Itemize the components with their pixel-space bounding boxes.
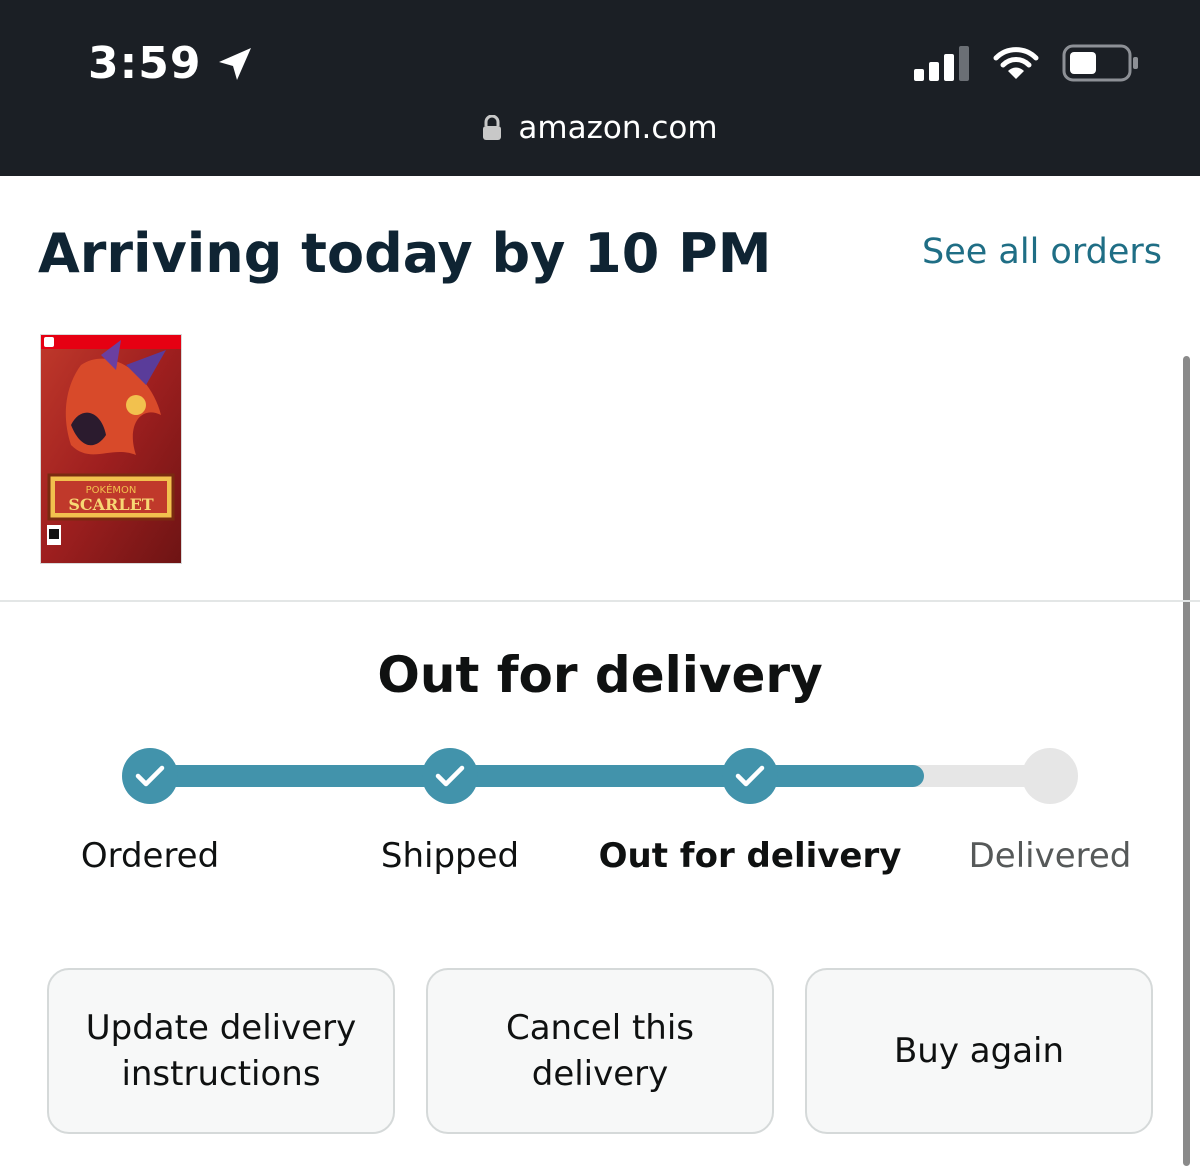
order-detail-page: Arriving today by 10 PM See all orders P… [0, 176, 1200, 1166]
progress-tracker [0, 736, 1200, 816]
step-shipped-checkmark-icon [422, 748, 478, 804]
step-ordered-checkmark-icon [122, 748, 178, 804]
status-icons [892, 44, 1140, 82]
step-label-delivered: Delivered [968, 836, 1132, 876]
url-text: amazon.com [518, 110, 718, 146]
progress-fill [150, 765, 924, 787]
game-cover-art: POKÉMON SCARLET [41, 335, 181, 563]
buy-again-button[interactable]: Buy again [805, 968, 1153, 1134]
step-label-out-for-delivery: Out for delivery [598, 836, 902, 876]
cancel-delivery-button[interactable]: Cancel this delivery [426, 968, 774, 1134]
wifi-icon [993, 47, 1039, 79]
location-arrow-icon [219, 47, 252, 80]
step-out-for-delivery-checkmark-icon [722, 748, 778, 804]
signal-icon [914, 46, 969, 81]
status-time: 3:59 [88, 38, 255, 89]
arrival-title: Arriving today by 10 PM [38, 222, 772, 285]
update-delivery-instructions-button[interactable]: Update delivery instructions [47, 968, 395, 1134]
step-label-shipped: Shipped [380, 836, 520, 876]
clock-text: 3:59 [88, 38, 202, 89]
battery-icon [1062, 44, 1138, 82]
status-bar: 3:59 amazon.com [0, 0, 1200, 176]
section-divider [0, 600, 1200, 602]
step-delivered-circle [1022, 748, 1078, 804]
shipment-status-heading: Out for delivery [377, 646, 823, 704]
see-all-orders-link[interactable]: See all orders [922, 232, 1162, 272]
lock-icon [483, 115, 502, 140]
product-image[interactable]: POKÉMON SCARLET [40, 334, 182, 564]
cover-title-scarlet: SCARLET [68, 495, 153, 514]
step-label-ordered: Ordered [80, 836, 220, 876]
url-bar[interactable]: amazon.com [0, 110, 1200, 146]
